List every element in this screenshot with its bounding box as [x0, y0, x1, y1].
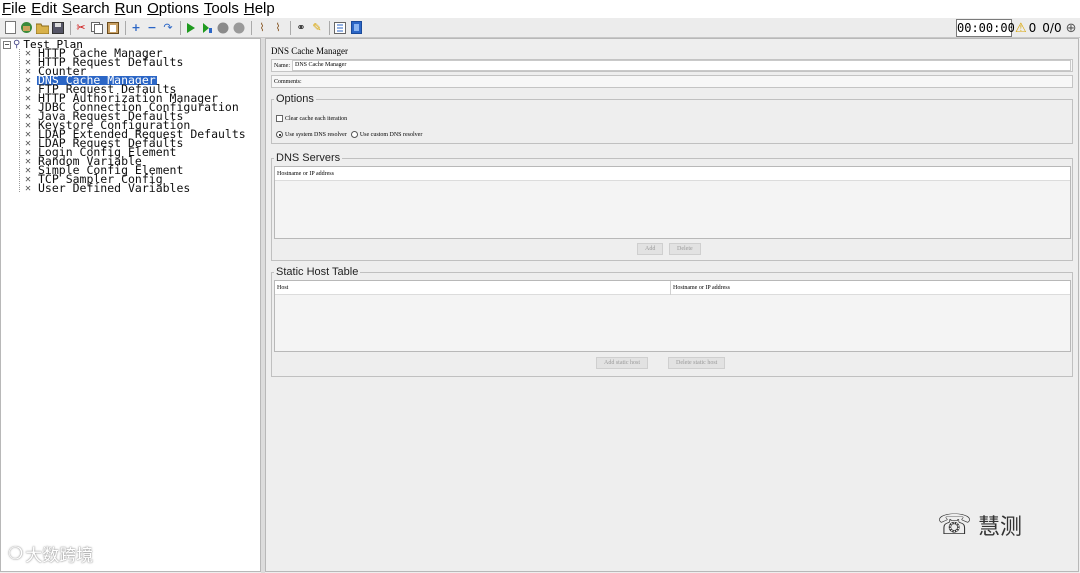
menu-options[interactable]: Options [145, 0, 202, 18]
add-dns-server-button[interactable]: Add [637, 243, 664, 255]
menu-edit[interactable]: Edit [29, 0, 60, 18]
dns-servers-table-header: Hostname or IP address [275, 167, 1070, 181]
thread-count: 0/0 [1042, 21, 1062, 35]
search-icon[interactable]: ⚭ [294, 21, 308, 35]
elapsed-timer: 00:00:00 [956, 19, 1015, 37]
system-dns-radio[interactable] [276, 131, 283, 138]
cut-icon[interactable]: ✂ [74, 21, 88, 35]
new-icon[interactable] [3, 21, 17, 35]
name-input[interactable]: DNS Cache Manager [292, 60, 1071, 71]
clear-all-icon[interactable]: ⌇ [271, 21, 285, 35]
name-row: Name: DNS Cache Manager [271, 59, 1073, 72]
static-host-legend: Static Host Table [276, 266, 359, 278]
watermark-dashu: ❍ 大数跨境 [8, 543, 94, 567]
delete-static-host-button[interactable]: Delete static host [668, 357, 726, 369]
clear-cache-option[interactable]: Clear cache each iteration [276, 115, 347, 122]
wechat-icon: ☏ [937, 508, 973, 541]
templates-icon[interactable] [19, 21, 33, 35]
dns-servers-group: DNS Servers Hostname or IP address Add D… [271, 153, 1073, 261]
stop-icon[interactable] [216, 21, 230, 35]
custom-dns-label: Use custom DNS resolver [359, 131, 423, 138]
dns-servers-table[interactable]: Hostname or IP address [274, 166, 1071, 239]
save-icon[interactable] [51, 21, 65, 35]
panel-title: DNS Cache Manager [271, 46, 348, 56]
tree-node-user-defined-variables[interactable]: ✕ User Defined Variables [25, 182, 247, 194]
column-hostname-ip[interactable]: Hostname or IP address [670, 280, 730, 295]
name-label: Name: [274, 62, 290, 69]
options-legend: Options [276, 93, 314, 105]
watermark-huice: ☏ 慧测 [937, 508, 1023, 541]
column-hostname[interactable]: Hostname or IP address [275, 167, 334, 181]
delete-dns-server-button[interactable]: Delete [669, 243, 701, 255]
start-icon[interactable] [184, 21, 198, 35]
clear-cache-label: Clear cache each iteration [285, 115, 348, 122]
menu-help[interactable]: Help [242, 0, 278, 18]
toolbar-separator [125, 20, 126, 35]
toolbar-separator [251, 20, 252, 35]
help-icon[interactable] [349, 21, 363, 35]
tree-children: ✕ HTTP Cache Manager ✕ HTTP Request Defaul… [25, 47, 247, 194]
chat-bubbles-icon: ❍ [8, 543, 24, 564]
collapse-toggle-icon[interactable]: − [3, 40, 11, 49]
clear-cache-checkbox[interactable] [276, 115, 283, 122]
dns-cache-manager-panel: DNS Cache Manager Name: DNS Cache Manage… [265, 38, 1079, 572]
dns-servers-legend: DNS Servers [276, 152, 341, 164]
toolbar-separator [290, 20, 291, 35]
copy-icon[interactable] [90, 21, 104, 35]
tree-connector-line [19, 49, 20, 192]
custom-dns-radio[interactable] [350, 131, 358, 138]
shutdown-icon[interactable] [232, 21, 246, 35]
clear-icon[interactable]: ⌇ [255, 21, 269, 35]
menu-file[interactable]: File [0, 0, 29, 18]
static-host-group: Static Host Table Host Hostname or IP ad… [271, 267, 1073, 377]
comments-input[interactable] [302, 76, 1071, 87]
toolbar-separator [329, 20, 330, 35]
system-dns-label: Use system DNS resolver [285, 131, 347, 138]
test-plan-tree: − ⚲ Test Plan ✕ HTTP Cache Manager ✕ HTTP … [0, 38, 261, 572]
start-no-pauses-icon[interactable] [200, 21, 214, 35]
comments-label: Comments: [274, 78, 302, 85]
static-host-table-header: Host Hostname or IP address [275, 280, 1070, 295]
config-element-icon: ✕ [25, 183, 32, 194]
warning-icon[interactable]: ⚠ [1015, 21, 1027, 36]
resolver-options: Use system DNS resolver Use custom DNS r… [276, 131, 422, 138]
menu-tools[interactable]: Tools [202, 0, 242, 18]
warning-count: 0 [1028, 21, 1037, 35]
menu-search[interactable]: Search [60, 0, 113, 18]
open-icon[interactable] [35, 21, 49, 35]
static-host-table[interactable]: Host Hostname or IP address [274, 280, 1071, 352]
menu-bar: File Edit Search Run Options Tools Help [0, 0, 1080, 18]
comments-row: Comments: [271, 75, 1073, 88]
options-group: Options Clear cache each iteration Use s… [271, 94, 1073, 144]
toolbar: ✂ + − ↷ ⌇ ⌇ ⚭ ✎ [0, 18, 1080, 38]
menu-run[interactable]: Run [113, 0, 146, 18]
collapse-icon[interactable]: − [145, 21, 159, 35]
reset-search-icon[interactable]: ✎ [310, 21, 324, 35]
function-helper-icon[interactable] [333, 21, 347, 35]
paste-icon[interactable] [106, 21, 120, 35]
add-static-host-button[interactable]: Add static host [596, 357, 648, 369]
toggle-icon[interactable]: ↷ [161, 21, 175, 35]
expand-icon[interactable]: + [129, 21, 143, 35]
toolbar-separator [180, 20, 181, 35]
status-indicators: ⚠ 0 0/0 ⊕ [1015, 19, 1077, 37]
column-host[interactable]: Host [275, 281, 670, 295]
toolbar-separator [70, 20, 71, 35]
remote-globe-icon: ⊕ [1065, 20, 1077, 36]
